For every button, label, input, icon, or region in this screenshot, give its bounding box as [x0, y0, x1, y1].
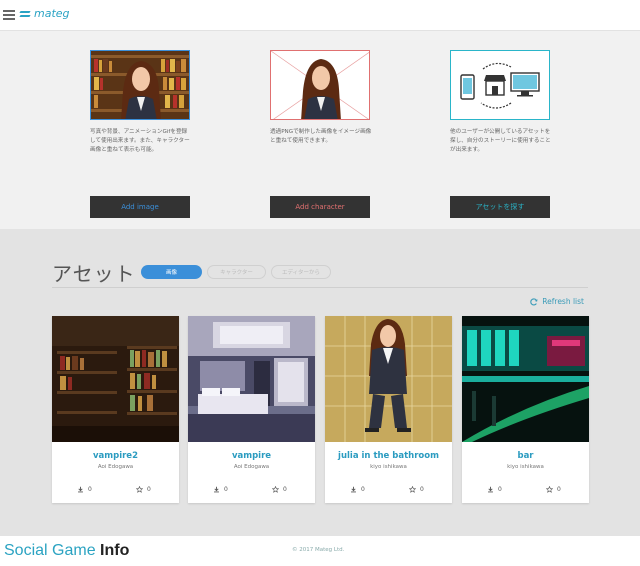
- favorite-count[interactable]: 0: [409, 486, 424, 493]
- asset-card[interactable]: vampire Aoi Edogawa 0 0: [188, 316, 315, 503]
- asset-author: Aoi Edogawa: [233, 464, 270, 470]
- section-divider: [52, 287, 588, 288]
- library-character-thumbnail: [90, 50, 190, 120]
- favorite-count[interactable]: 0: [136, 486, 151, 493]
- favorite-count-value: 0: [557, 486, 561, 493]
- download-icon: [214, 486, 219, 493]
- refresh-list-link[interactable]: Refresh list: [530, 297, 584, 306]
- asset-title: bar: [517, 451, 534, 461]
- add-character-button[interactable]: Add character: [270, 196, 370, 218]
- download-count[interactable]: 0: [77, 486, 92, 493]
- asset-card[interactable]: julia in the bathroom kiyo ishikawa 0 0: [325, 316, 452, 503]
- assets-section: アセット 画像 キャラクター エディターから Refresh list vamp…: [0, 229, 640, 536]
- refresh-icon: [530, 297, 538, 306]
- refresh-label: Refresh list: [542, 297, 584, 306]
- top-bar: mateg: [0, 0, 640, 31]
- asset-card[interactable]: bar kiyo ishikawa 0 0: [462, 316, 589, 503]
- star-icon: [272, 486, 279, 493]
- asset-author: Aoi Edogawa: [97, 464, 134, 470]
- asset-card[interactable]: vampire2 Aoi Edogawa 0 0: [52, 316, 179, 503]
- download-count[interactable]: 0: [487, 486, 502, 493]
- star-icon: [546, 486, 553, 493]
- star-icon: [409, 486, 416, 493]
- favorite-count[interactable]: 0: [272, 486, 287, 493]
- feature-description: 写真や背景、アニメーションGifを登録して使用出来ます。また、キャラクター画像と…: [90, 129, 190, 153]
- add-assets-section: 写真や背景、アニメーションGifを登録して使用出来ます。また、キャラクター画像と…: [0, 31, 640, 229]
- favorite-count-value: 0: [283, 486, 287, 493]
- asset-thumbnail: [462, 316, 589, 442]
- download-count[interactable]: 0: [350, 486, 365, 493]
- feature-find-assets: 他のユーザーが公開しているアセットを探し、自分のストーリーに使用することが出来ま…: [450, 50, 552, 218]
- feature-add-character: 透過PNGで制作した画像をイメージ画像と重ねて使用できます。 Add chara…: [270, 50, 372, 218]
- asset-author: kiyo ishikawa: [370, 464, 407, 470]
- logo-text: mateg: [34, 7, 70, 20]
- tab-characters[interactable]: キャラクター: [207, 265, 266, 279]
- download-count-value: 0: [498, 486, 502, 493]
- hamburger-icon[interactable]: [3, 10, 15, 20]
- asset-thumbnail: [325, 316, 452, 442]
- asset-thumbnail: [188, 316, 315, 442]
- download-count-value: 0: [88, 486, 92, 493]
- asset-author: kiyo ishikawa: [507, 464, 544, 470]
- download-count-value: 0: [361, 486, 365, 493]
- footer: Social Game Info © 2017 Mateg Ltd.: [0, 536, 640, 566]
- logo-mark-icon: [19, 8, 32, 20]
- feature-description: 他のユーザーが公開しているアセットを探し、自分のストーリーに使用することが出来ま…: [450, 129, 551, 153]
- watermark-logo: Social Game Info: [4, 542, 129, 560]
- tab-images[interactable]: 画像: [141, 265, 202, 279]
- watermark-text-a: Social Game: [4, 542, 96, 559]
- download-count[interactable]: 0: [213, 486, 228, 493]
- download-icon: [488, 486, 493, 493]
- assets-title: アセット: [52, 262, 136, 286]
- favorite-count[interactable]: 0: [546, 486, 561, 493]
- download-count-value: 0: [224, 486, 228, 493]
- tab-from-editor[interactable]: エディターから: [271, 265, 331, 279]
- copyright: © 2017 Mateg Ltd.: [292, 547, 345, 553]
- find-assets-button[interactable]: アセットを探す: [450, 196, 550, 218]
- feature-description: 透過PNGで制作した画像をイメージ画像と重ねて使用できます。: [270, 129, 372, 144]
- watermark-text-b: Info: [100, 542, 130, 559]
- asset-thumbnail: [52, 316, 179, 442]
- asset-title: julia in the bathroom: [338, 451, 439, 461]
- add-image-button[interactable]: Add image: [90, 196, 190, 218]
- star-icon: [136, 486, 143, 493]
- download-icon: [78, 486, 83, 493]
- download-icon: [351, 486, 356, 493]
- asset-store-icon: [450, 50, 550, 120]
- asset-title: vampire2: [92, 451, 138, 461]
- feature-add-image: 写真や背景、アニメーションGifを登録して使用出来ます。また、キャラクター画像と…: [90, 50, 192, 218]
- favorite-count-value: 0: [147, 486, 151, 493]
- favorite-count-value: 0: [420, 486, 424, 493]
- asset-title: vampire: [231, 451, 272, 461]
- logo[interactable]: mateg: [19, 7, 70, 20]
- character-thumbnail: [270, 50, 370, 120]
